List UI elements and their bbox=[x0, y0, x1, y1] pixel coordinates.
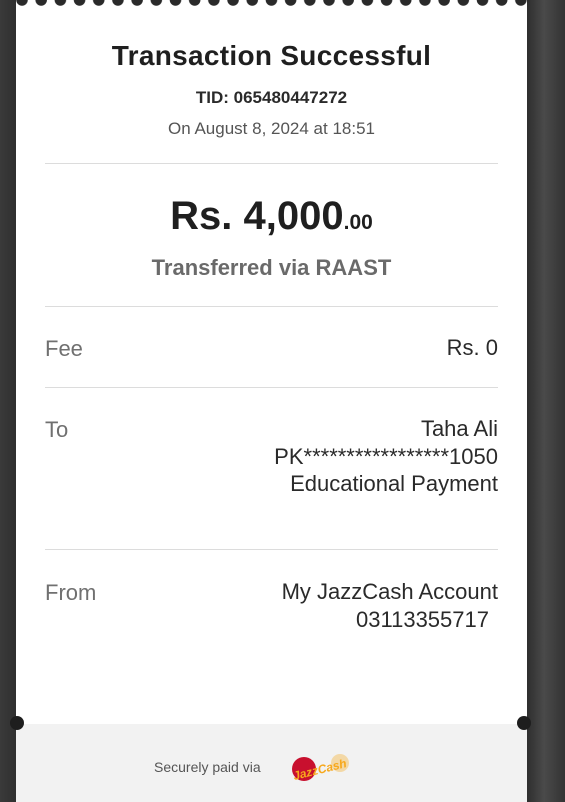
secure-payment-text: Securely paid via bbox=[154, 759, 261, 775]
receipt-card: Transaction Successful TID: 065480447272… bbox=[16, 0, 527, 802]
receipt-scalloped-edge bbox=[16, 0, 527, 6]
recipient-account: PK*****************1050 bbox=[274, 443, 498, 469]
fee-value: Rs. 0 bbox=[446, 335, 498, 360]
sender-details: My JazzCash Account 03113355717 bbox=[282, 578, 498, 633]
fee-label: Fee bbox=[45, 336, 83, 361]
divider bbox=[45, 306, 498, 307]
receipt-notch-right bbox=[517, 716, 531, 730]
amount-cents: .00 bbox=[343, 211, 373, 234]
payment-purpose: Educational Payment bbox=[290, 471, 498, 496]
transaction-id: TID: 065480447272 bbox=[195, 88, 348, 107]
receipt-notch-left bbox=[10, 716, 24, 730]
recipient-name: Taha Ali bbox=[420, 416, 498, 441]
background-left bbox=[0, 0, 16, 802]
amount-main: Rs. 4,000 bbox=[170, 194, 344, 238]
to-label: To bbox=[45, 417, 69, 442]
sender-account-name: My JazzCash Account bbox=[281, 579, 498, 604]
from-label: From bbox=[45, 580, 97, 605]
receipt-title: Transaction Successful bbox=[111, 40, 432, 71]
recipient-details: Taha Ali PK*****************1050 Educati… bbox=[274, 415, 498, 498]
sender-number: 03113355717 bbox=[356, 606, 489, 632]
receipt-footer: Securely paid via JazzCash bbox=[16, 724, 527, 802]
jazzcash-logo: JazzCash bbox=[292, 754, 349, 783]
divider bbox=[45, 549, 498, 550]
background-right bbox=[527, 0, 565, 802]
divider bbox=[45, 387, 498, 388]
transfer-method: Transferred via RAAST bbox=[151, 255, 392, 280]
transaction-date: On August 8, 2024 at 18:51 bbox=[168, 119, 375, 138]
divider bbox=[45, 163, 498, 164]
transaction-amount: Rs. 4,000.00 bbox=[16, 194, 527, 239]
